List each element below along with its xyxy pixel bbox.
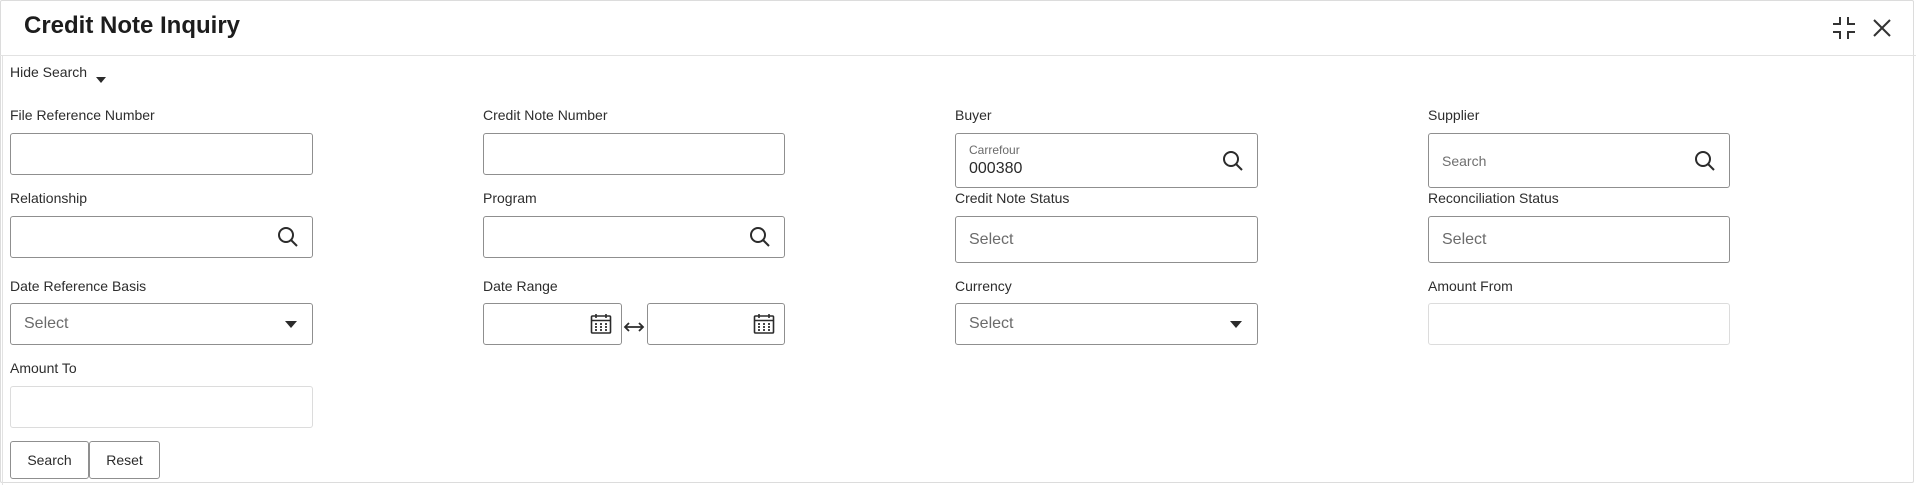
credit-note-number-input[interactable] (483, 133, 785, 175)
close-icon[interactable] (1868, 14, 1896, 42)
relationship-input[interactable] (10, 216, 313, 258)
reset-button[interactable]: Reset (89, 441, 160, 479)
page-title: Credit Note Inquiry (24, 12, 241, 39)
header-divider (0, 55, 1916, 56)
date-reference-basis-label: Date Reference Basis (10, 278, 147, 294)
hide-search-label: Hide Search (10, 64, 88, 80)
credit-note-status-placeholder: Select (969, 230, 1014, 248)
credit-note-status-label: Credit Note Status (955, 190, 1070, 206)
content-border (2, 56, 3, 485)
date-range-label: Date Range (483, 278, 558, 294)
supplier-label: Supplier (1428, 107, 1480, 123)
reconciliation-status-select[interactable]: Select (1428, 216, 1730, 263)
currency-placeholder: Select (969, 315, 1014, 332)
supplier-placeholder: Search (1442, 152, 1487, 169)
search-icon[interactable] (1221, 149, 1245, 173)
search-icon[interactable] (1693, 149, 1717, 173)
reconciliation-status-label: Reconciliation Status (1428, 190, 1559, 206)
date-reference-basis-select[interactable]: Select (10, 303, 313, 345)
supplier-input[interactable]: Search (1428, 133, 1730, 188)
left-right-arrow-icon (622, 315, 646, 339)
buyer-input[interactable]: Carrefour 000380 (955, 133, 1258, 188)
buyer-code: 000380 (969, 160, 1023, 177)
caret-down-icon (93, 72, 109, 88)
reconciliation-status-placeholder: Select (1442, 230, 1487, 248)
search-icon[interactable] (276, 225, 300, 249)
file-reference-number-label: File Reference Number (10, 107, 155, 123)
file-reference-number-input[interactable] (10, 133, 313, 175)
hide-search-toggle[interactable]: Hide Search (10, 64, 109, 88)
buyer-label: Buyer (955, 107, 992, 123)
program-label: Program (483, 190, 537, 206)
buyer-name: Carrefour (969, 143, 1020, 157)
amount-to-input[interactable] (10, 386, 313, 428)
credit-note-number-label: Credit Note Number (483, 107, 608, 123)
chevron-down-icon (1229, 319, 1243, 329)
currency-label: Currency (955, 278, 1012, 294)
amount-from-label: Amount From (1428, 278, 1513, 294)
date-range-to-input[interactable] (647, 303, 785, 345)
amount-from-input[interactable] (1428, 303, 1730, 345)
chevron-down-icon (284, 319, 298, 329)
search-button[interactable]: Search (10, 441, 89, 479)
amount-to-label: Amount To (10, 360, 77, 376)
calendar-icon[interactable] (752, 312, 776, 336)
calendar-icon[interactable] (589, 312, 613, 336)
collapse-arrows-icon[interactable] (1830, 14, 1858, 42)
credit-note-status-select[interactable]: Select (955, 216, 1258, 263)
date-range-from-input[interactable] (483, 303, 622, 345)
currency-select[interactable]: Select (955, 303, 1258, 345)
date-reference-basis-placeholder: Select (24, 315, 69, 332)
relationship-label: Relationship (10, 190, 88, 206)
program-input[interactable] (483, 216, 785, 258)
search-icon[interactable] (748, 225, 772, 249)
